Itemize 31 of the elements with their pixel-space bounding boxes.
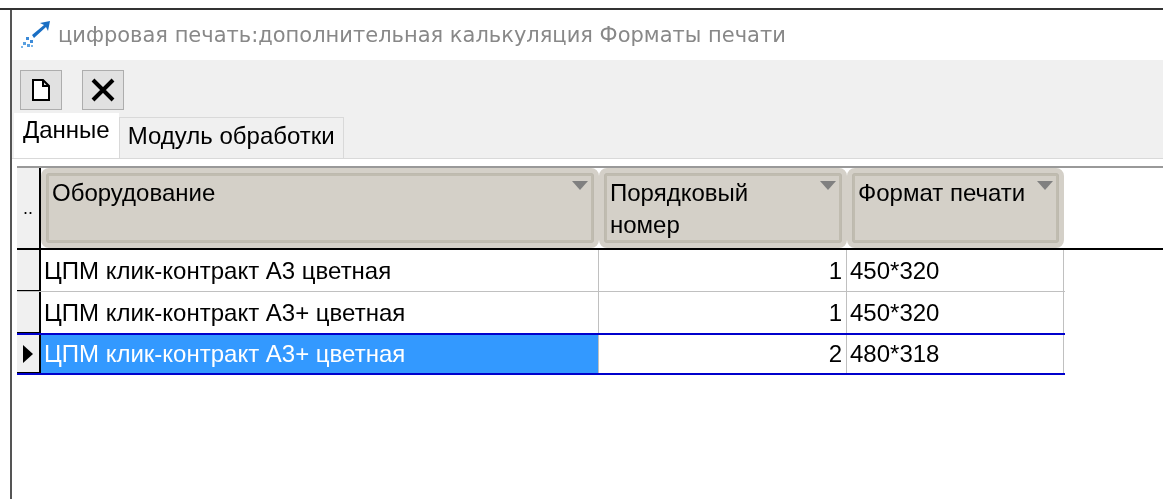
- column-header[interactable]: Оборудование: [41, 168, 599, 248]
- table-cell: 450*320: [847, 250, 1064, 291]
- column-header[interactable]: Формат печати: [847, 168, 1064, 248]
- table-cell: 480*318: [847, 335, 1064, 373]
- table-cell: 1: [599, 292, 847, 333]
- cross-icon: [90, 77, 116, 103]
- window-title: цифровая печать:дополнительная калькуляция Форматы печати: [58, 23, 786, 47]
- document-icon: [31, 78, 51, 102]
- table-cell: 1: [599, 250, 847, 291]
- table-cell: ЦПМ клик-контракт А3+ цветная: [41, 335, 599, 373]
- tab[interactable]: Данные: [14, 113, 119, 158]
- column-header[interactable]: Порядковый номер: [599, 168, 847, 248]
- row-indicator[interactable]: [17, 335, 41, 373]
- table-cell: 450*320: [847, 292, 1064, 333]
- table-cell: 2: [599, 335, 847, 373]
- current-row-icon: [23, 344, 33, 363]
- dropdown-arrow-icon[interactable]: [1037, 181, 1053, 190]
- dropdown-arrow-icon[interactable]: [820, 181, 836, 190]
- table-cell: ЦПМ клик-контракт А3+ цветная: [41, 292, 599, 333]
- app-logo-icon: [20, 21, 52, 49]
- row-indicator[interactable]: [17, 250, 41, 291]
- column-label: Порядковый номер: [610, 178, 750, 240]
- new-document-button[interactable]: [20, 70, 62, 110]
- dropdown-arrow-icon[interactable]: [572, 181, 588, 190]
- delete-button[interactable]: [82, 70, 124, 110]
- column-label: Формат печати: [858, 178, 1026, 208]
- row-indicator-header: ..: [17, 168, 41, 248]
- row-indicator[interactable]: [17, 292, 41, 333]
- tab[interactable]: Модуль обработки: [118, 117, 344, 158]
- column-label: Оборудование: [52, 178, 216, 208]
- table-cell: ЦПМ клик-контракт А3 цветная: [41, 250, 599, 291]
